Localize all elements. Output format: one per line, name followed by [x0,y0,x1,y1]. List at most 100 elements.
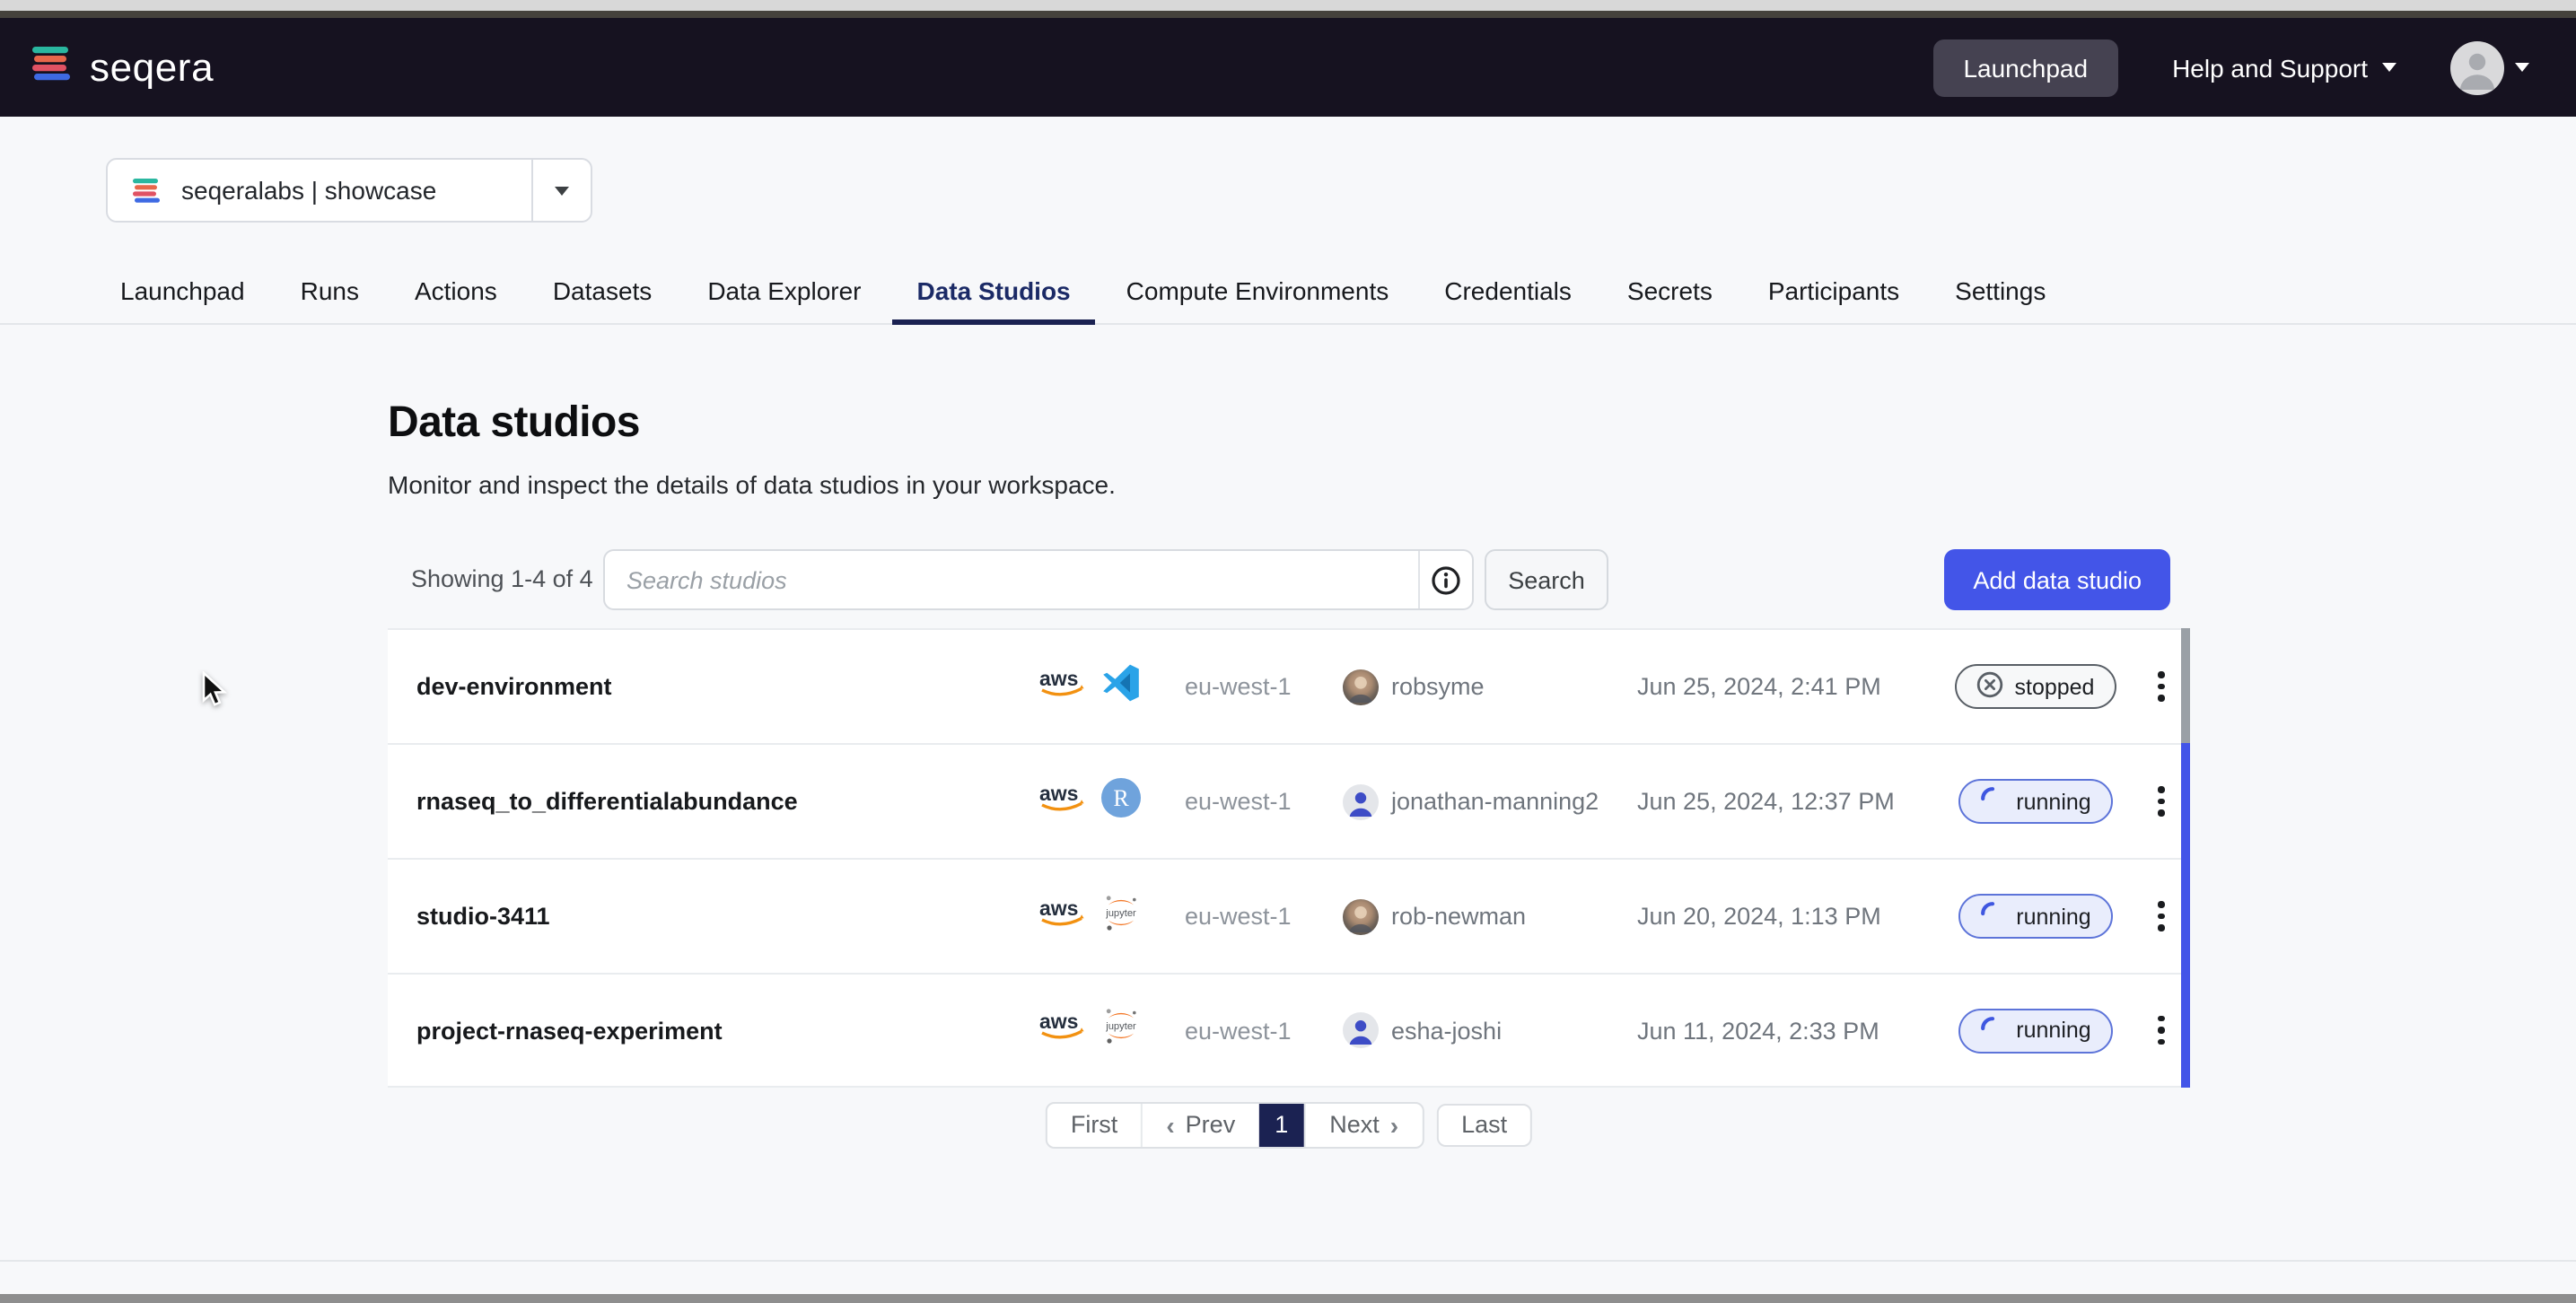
search-input[interactable] [605,551,1418,608]
jupyter-icon: jupyter [1100,891,1142,932]
table-row[interactable]: dev-environment aws eu-west-1 robsyme Ju… [388,628,2190,743]
created-date-label: Jun 11, 2024, 2:33 PM [1637,1017,1939,1044]
info-icon [1431,564,1461,595]
tab-data-explorer[interactable]: Data Explorer [682,258,886,323]
status-badge: running [1958,1008,2112,1053]
search-info-button[interactable] [1418,551,1472,608]
stopped-circle-x-icon [1977,670,2004,697]
help-and-support-menu[interactable]: Help and Support [2172,53,2396,82]
aws-icon: aws [1038,1009,1088,1052]
status-badge: running [1958,894,2112,939]
studio-owner: rob-newman [1343,898,1637,934]
studio-environment-icons: aws R [1038,776,1185,826]
studio-name-link[interactable]: dev-environment [416,673,1038,700]
running-spinner-icon [1980,786,2005,811]
table-scrollbar[interactable] [2181,628,2190,1088]
page-title: Data studios [388,398,640,449]
jupyter-icon: jupyter [1100,891,1142,941]
jupyter-icon: jupyter [1100,1005,1142,1046]
tab-settings[interactable]: Settings [1930,258,2071,323]
table-row[interactable]: project-rnaseq-experiment aws jupyter eu… [388,973,2190,1088]
next-label: Next [1329,1104,1380,1147]
tab-participants[interactable]: Participants [1743,258,1924,323]
table-row[interactable]: rnaseq_to_differentialabundance aws R eu… [388,743,2190,858]
tab-compute-environments[interactable]: Compute Environments [1101,258,1415,323]
pagination-prev-button[interactable]: ‹ Prev [1141,1104,1258,1147]
workspace-selector-value: seqeralabs | showcase [181,176,531,205]
mouse-cursor [201,671,230,709]
profile-photo [1343,669,1379,704]
launchpad-button[interactable]: Launchpad [1932,39,2118,96]
top-navbar: seqera Launchpad Help and Support [0,18,2576,117]
region-label: eu-west-1 [1185,788,1343,815]
running-spinner-icon [1980,1015,2005,1040]
studio-name-link[interactable]: rnaseq_to_differentialabundance [416,788,1038,815]
results-count: Showing 1-4 of 4 [411,565,593,592]
tab-data-studios[interactable]: Data Studios [892,258,1096,323]
avatar [1343,898,1379,934]
status-badge: stopped [1956,664,2116,709]
tab-runs[interactable]: Runs [276,258,384,323]
person-icon [1343,783,1379,819]
data-studios-panel: Showing 1-4 of 4 Search Add data studio … [388,531,2190,1088]
svg-text:aws: aws [1039,781,1078,804]
table-row[interactable]: studio-3411 aws jupyter eu-west-1 rob-ne… [388,858,2190,973]
chevron-left-icon: ‹ [1166,1104,1174,1147]
chevron-down-icon [2382,63,2396,72]
svg-text:aws: aws [1039,666,1078,689]
pagination-first-button[interactable]: First [1047,1104,1142,1147]
region-label: eu-west-1 [1185,673,1343,700]
tab-credentials[interactable]: Credentials [1419,258,1597,323]
studio-name-link[interactable]: studio-3411 [416,903,1038,930]
svg-text:jupyter: jupyter [1105,907,1136,918]
rstudio-icon: R [1100,776,1142,818]
scrollbar-track-highlight [2181,743,2190,1088]
aws-icon: aws [1038,895,1088,938]
seqera-platform-app: seqera Launchpad Help and Support [0,0,2576,1303]
vscode-icon [1100,661,1142,712]
studio-environment-icons: aws jupyter [1038,1005,1185,1055]
brand-name: seqera [90,44,214,91]
studio-name-link[interactable]: project-rnaseq-experiment [416,1017,1038,1044]
search-button[interactable]: Search [1485,549,1608,610]
workspace-selector-dropdown[interactable] [531,160,591,221]
browser-chrome-bottom [0,1294,2576,1303]
pagination: First ‹ Prev 1 Next › Last [1046,1102,1532,1149]
workspace-tabs: LaunchpadRunsActionsDatasetsData Explore… [0,258,2576,325]
username-label: rob-newman [1391,903,1526,930]
workspace-selector[interactable]: seqeralabs | showcase [106,158,592,223]
browser-chrome-line [0,11,2576,18]
chevron-down-icon [555,186,569,195]
chevron-right-icon: › [1390,1104,1398,1147]
pagination-last-button[interactable]: Last [1436,1104,1532,1147]
username-label: jonathan-manning2 [1391,788,1599,815]
user-account-menu[interactable] [2450,40,2529,94]
workspace-org-icon [131,175,162,206]
region-label: eu-west-1 [1185,1017,1343,1044]
created-date-label: Jun 25, 2024, 2:41 PM [1637,673,1939,700]
username-label: robsyme [1391,673,1485,700]
tab-launchpad[interactable]: Launchpad [95,258,270,323]
add-data-studio-button[interactable]: Add data studio [1944,549,2170,610]
pagination-current-page[interactable]: 1 [1258,1104,1304,1147]
studio-environment-icons: aws jupyter [1038,891,1185,941]
search-box [603,549,1474,610]
svg-text:aws: aws [1039,896,1078,919]
footer-divider [0,1260,2576,1262]
tab-datasets[interactable]: Datasets [528,258,678,323]
status-badge: running [1958,779,2112,824]
tab-actions[interactable]: Actions [390,258,522,323]
avatar [1343,669,1379,704]
pagination-next-button[interactable]: Next › [1304,1104,1422,1147]
aws-icon: aws [1038,665,1088,708]
scrollbar-thumb[interactable] [2181,628,2190,743]
aws-icon: aws [1038,780,1088,823]
created-date-label: Jun 20, 2024, 1:13 PM [1637,903,1939,930]
seqera-logo[interactable]: seqera [29,40,214,94]
browser-chrome-edge [0,0,2576,11]
username-label: esha-joshi [1391,1017,1502,1044]
seqera-logo-icon [29,40,74,94]
studio-owner: esha-joshi [1343,1012,1637,1048]
region-label: eu-west-1 [1185,903,1343,930]
tab-secrets[interactable]: Secrets [1602,258,1738,323]
